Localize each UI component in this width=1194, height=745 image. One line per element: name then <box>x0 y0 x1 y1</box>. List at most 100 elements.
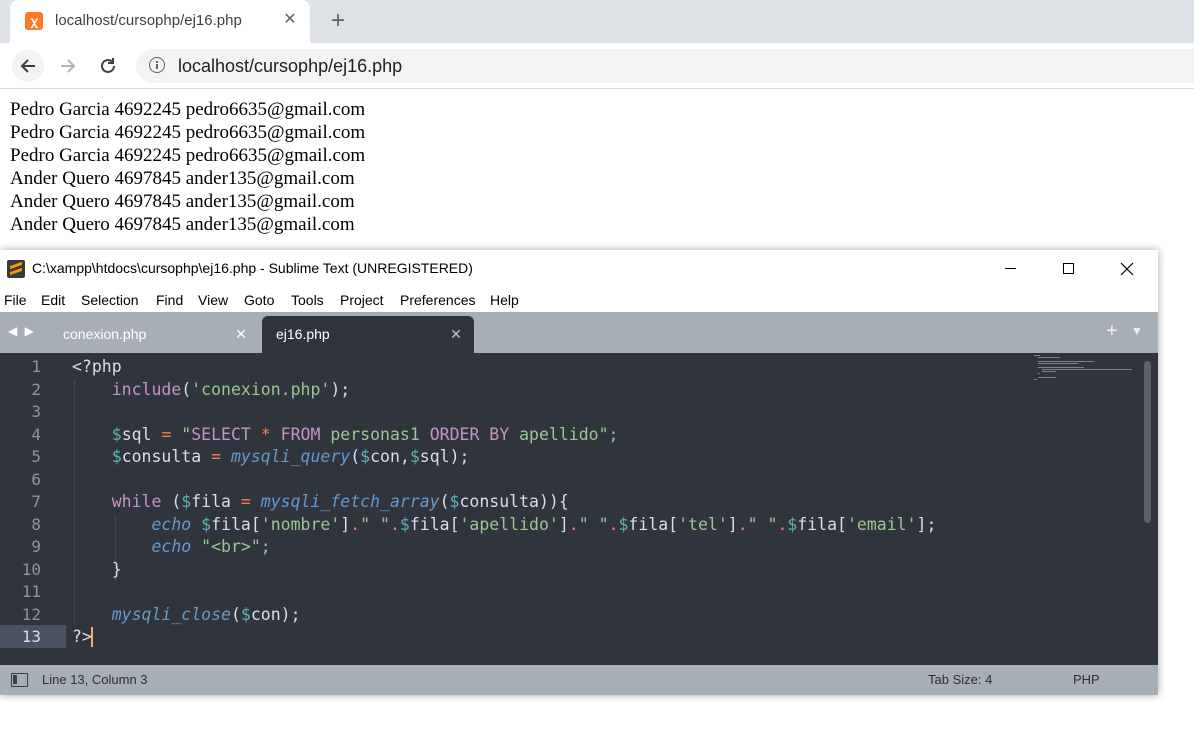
minimap[interactable] <box>1030 353 1140 393</box>
vertical-scrollbar[interactable] <box>1144 361 1151 523</box>
token: ( <box>161 492 182 511</box>
maximize-button[interactable] <box>1045 250 1091 288</box>
token: ?> <box>72 627 92 646</box>
close-tab-icon[interactable]: ✕ <box>233 324 249 344</box>
tab-conexion-php[interactable]: conexion.php ✕ <box>45 316 260 353</box>
token: mysqli_fetch_array <box>260 492 440 511</box>
token: fila <box>191 492 231 511</box>
token: 'tel' <box>678 514 728 534</box>
code-line-12: mysqli_close($con); <box>72 604 301 627</box>
cursor-position[interactable]: Line 13, Column 3 <box>42 672 148 687</box>
menu-view[interactable]: View <box>198 292 228 308</box>
token: mysqli_query <box>230 447 351 466</box>
new-tab-button[interactable]: + <box>325 8 351 34</box>
forward-arrow-icon[interactable] <box>52 50 84 82</box>
line-number: 12 <box>21 604 41 624</box>
menu-edit[interactable]: Edit <box>41 292 65 308</box>
token: ); <box>330 379 351 399</box>
code-line-5: $consulta = mysqli_query($con,$sql); <box>72 446 470 469</box>
minimap-line <box>1042 369 1132 370</box>
token: consulta <box>121 447 202 466</box>
menu-help[interactable]: Help <box>490 292 519 308</box>
token: sql <box>121 424 152 444</box>
token: con, <box>370 447 410 466</box>
tab-label: conexion.php <box>63 326 147 342</box>
token: $ <box>618 514 629 534</box>
output-line: Pedro Garcia 4692245 pedro6635@gmail.com <box>10 99 366 120</box>
token: fila[ <box>628 514 679 534</box>
line-number-gutter: 1 2 3 4 5 6 7 8 9 10 11 12 13 <box>0 353 70 665</box>
tab-scroll-arrows-icon[interactable]: ◀ ▶ <box>8 324 36 338</box>
minimize-button[interactable] <box>987 250 1033 288</box>
token: " <box>191 537 212 556</box>
xampp-icon: ꭓ <box>25 12 43 30</box>
menu-bar: File Edit Selection Find View Goto Tools… <box>0 288 1158 312</box>
token: . <box>737 514 748 534</box>
token: <?php <box>72 357 122 376</box>
close-tab-icon[interactable]: ✕ <box>448 324 464 344</box>
tab-ej16-php[interactable]: ej16.php ✕ <box>262 316 474 353</box>
browser-tab-title: localhost/cursophp/ej16.php <box>55 12 242 29</box>
minimap-line <box>1038 363 1078 364</box>
menu-find[interactable]: Find <box>156 292 183 308</box>
token: = <box>211 447 222 466</box>
token: $ <box>409 447 420 466</box>
syntax-mode[interactable]: PHP <box>1073 672 1100 687</box>
line-number: 8 <box>31 514 41 534</box>
line-number: 9 <box>31 537 41 556</box>
token: 'conexion.php' <box>191 379 331 399</box>
token: ] <box>340 514 351 534</box>
sublime-window: C:\xampp\htdocs\cursophp\ej16.php - Subl… <box>0 250 1158 695</box>
line-number: 4 <box>31 424 41 444</box>
token: ( <box>230 604 241 624</box>
menu-tools[interactable]: Tools <box>291 292 324 308</box>
tab-size[interactable]: Tab Size: 4 <box>928 672 992 687</box>
status-bar: Line 13, Column 3 Tab Size: 4 PHP <box>0 665 1158 695</box>
token: $ <box>111 424 122 444</box>
token: "; <box>598 424 619 444</box>
code-line-4: $sql = "SELECT * FROM personas1 ORDER BY… <box>72 424 619 447</box>
token: $ <box>787 514 798 534</box>
panel-toggle-icon[interactable] <box>11 673 28 687</box>
info-icon[interactable] <box>149 57 165 73</box>
back-arrow-icon[interactable] <box>12 50 44 82</box>
close-window-button[interactable] <box>1104 250 1150 288</box>
line-number: 11 <box>21 582 41 601</box>
output-line: Pedro Garcia 4692245 pedro6635@gmail.com <box>10 145 366 166</box>
token: $ <box>240 604 251 624</box>
url-text[interactable]: localhost/cursophp/ej16.php <box>178 56 402 77</box>
token: personas1 <box>320 424 430 444</box>
token: 'email' <box>846 514 917 534</box>
address-bar[interactable]: localhost/cursophp/ej16.php <box>136 49 1194 83</box>
token: ]; <box>916 514 937 534</box>
code-line-7: while ($fila = mysqli_fetch_array($consu… <box>72 491 569 514</box>
menu-preferences[interactable]: Preferences <box>400 292 475 308</box>
token: ( <box>181 379 192 399</box>
token: ] <box>558 514 569 534</box>
token: FROM <box>280 424 321 444</box>
close-tab-icon[interactable]: ✕ <box>280 10 300 30</box>
output-line: Ander Quero 4697845 ander135@gmail.com <box>10 214 355 235</box>
browser-tab-strip: ꭓ localhost/cursophp/ej16.php ✕ + <box>0 0 1194 43</box>
browser-tab[interactable]: ꭓ localhost/cursophp/ej16.php ✕ <box>10 0 310 43</box>
token: include <box>111 379 182 399</box>
tab-list-dropdown-icon[interactable]: ▼ <box>1131 324 1143 338</box>
menu-project[interactable]: Project <box>340 292 384 308</box>
token: . <box>568 514 579 534</box>
line-number: 6 <box>31 469 41 489</box>
menu-selection[interactable]: Selection <box>81 292 139 308</box>
sublime-tab-bar: ◀ ▶ conexion.php ✕ ej16.php ✕ + ▼ <box>0 312 1158 353</box>
code-editor[interactable]: 1 2 3 4 5 6 7 8 9 10 11 12 13 <?php incl… <box>0 353 1158 665</box>
new-file-plus-icon[interactable]: + <box>1106 320 1118 343</box>
code-line-2: include('conexion.php'); <box>72 379 350 402</box>
menu-file[interactable]: File <box>4 292 27 308</box>
reload-icon[interactable] <box>92 50 124 82</box>
token: mysqli_close <box>111 604 231 624</box>
token: sql); <box>419 447 470 466</box>
menu-goto[interactable]: Goto <box>244 292 274 308</box>
window-title: C:\xampp\htdocs\cursophp\ej16.php - Subl… <box>32 260 473 276</box>
token: fila[ <box>211 514 261 534</box>
browser-toolbar: localhost/cursophp/ej16.php <box>0 43 1194 89</box>
